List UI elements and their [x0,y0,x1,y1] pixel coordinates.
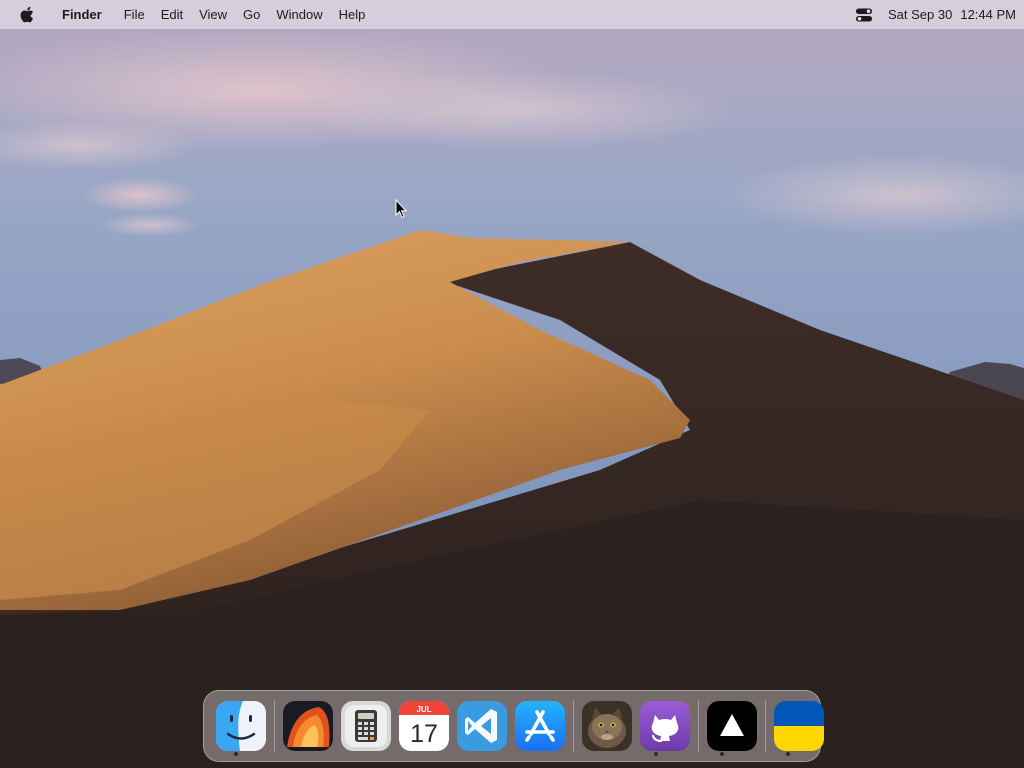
clock-date: Sat Sep 30 [888,7,953,22]
menu-file[interactable]: File [116,0,153,29]
menu-bar-left: Finder File Edit View Go Window Help [18,0,373,29]
menu-help[interactable]: Help [331,0,374,29]
menu-bar-right: Sat Sep 30 12:44 PM [854,0,1016,29]
calendar-icon: JUL 17 [399,701,449,751]
dock-item-cat-photo[interactable] [582,701,632,751]
ventura-icon [283,701,333,751]
control-center-icon[interactable] [854,0,874,29]
github-icon [640,701,690,751]
dock-item-vercel[interactable] [707,701,757,751]
dock-item-github[interactable] [640,701,690,751]
desktop-wallpaper [0,0,1024,768]
cat-photo-icon [582,701,632,751]
menu-bar-clock[interactable]: Sat Sep 30 12:44 PM [888,7,1016,22]
dock: JUL 17 [203,690,824,762]
dock-item-calculator[interactable] [341,701,391,751]
dock-separator [765,700,766,752]
clock-time: 12:44 PM [960,7,1016,22]
calendar-day: 17 [410,720,438,748]
menu-window[interactable]: Window [268,0,330,29]
vscode-icon [457,701,507,751]
dock-running-indicator-finder [234,752,238,756]
menu-edit[interactable]: Edit [153,0,191,29]
dock-separator [573,700,574,752]
calendar-month: JUL [416,705,431,714]
menu-bar: Finder File Edit View Go Window Help Sat… [0,0,1024,29]
app-store-icon [515,701,565,751]
menu-view[interactable]: View [191,0,235,29]
ukraine-flag-icon [774,701,824,751]
dock-item-ventura[interactable] [283,701,333,751]
dock-running-indicator-ukraine-flag [786,752,790,756]
dock-item-calendar[interactable]: JUL 17 [399,701,449,751]
dock-running-indicator-vercel [720,752,724,756]
calculator-icon [341,701,391,751]
mouse-pointer-icon [395,199,407,219]
dock-item-finder[interactable] [216,701,266,751]
apple-logo-icon[interactable] [18,0,36,29]
dock-separator [698,700,699,752]
dock-running-indicator-github [654,752,658,756]
menu-go[interactable]: Go [235,0,268,29]
dock-item-ukraine-flag[interactable] [774,701,824,751]
vercel-triangle-icon [707,701,757,751]
menu-app-name[interactable]: Finder [56,0,116,29]
dock-item-app-store[interactable] [515,701,565,751]
dock-separator [274,700,275,752]
dock-item-vscode[interactable] [457,701,507,751]
finder-icon [216,701,266,751]
